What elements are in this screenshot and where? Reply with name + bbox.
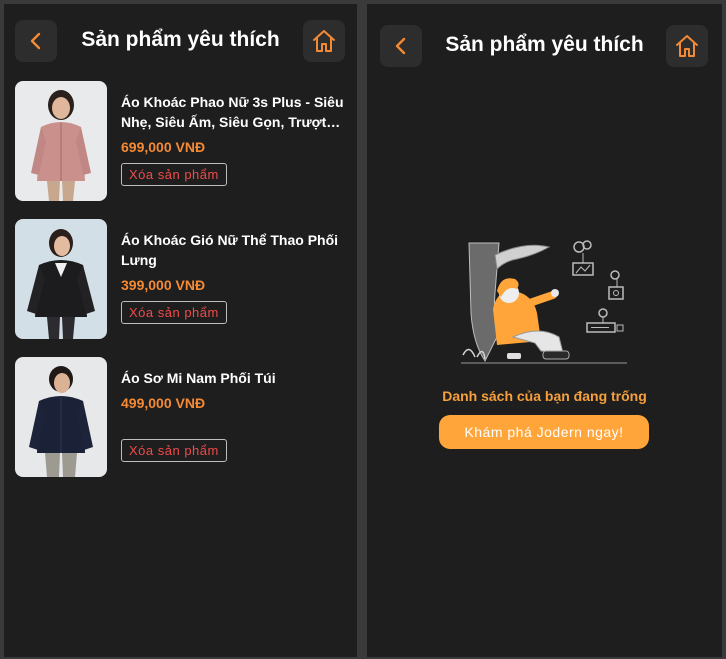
- product-item[interactable]: Áo Khoác Gió Nữ Thể Thao Phối Lưng 399,0…: [15, 219, 349, 339]
- product-image[interactable]: [15, 81, 107, 201]
- product-price: 499,000 VNĐ: [121, 395, 206, 411]
- home-button[interactable]: [666, 25, 708, 67]
- product-image[interactable]: [15, 357, 107, 477]
- product-item[interactable]: Áo Sơ Mi Nam Phối Túi 499,000 VNĐ Xóa sả…: [15, 357, 349, 477]
- product-name[interactable]: Áo Sơ Mi Nam Phối Túi: [121, 368, 349, 388]
- product-image[interactable]: [15, 219, 107, 339]
- product-price: 699,000 VNĐ: [121, 139, 206, 155]
- remove-product-button[interactable]: Xóa sản phẩm: [121, 163, 227, 186]
- empty-state-illustration: [461, 240, 627, 364]
- product-name[interactable]: Áo Khoác Phao Nữ 3s Plus - Siêu Nhẹ, Siê…: [121, 92, 349, 132]
- empty-state-message: Danh sách của bạn đang trống: [442, 388, 647, 404]
- home-icon: [676, 35, 698, 57]
- product-item[interactable]: Áo Khoác Phao Nữ 3s Plus - Siêu Nhẹ, Siê…: [15, 81, 349, 201]
- product-price: 399,000 VNĐ: [121, 277, 206, 293]
- wishlist-screen-with-items: Sản phẩm yêu thích Áo Khoác Phao Nữ 3s P…: [4, 4, 357, 657]
- remove-product-button[interactable]: Xóa sản phẩm: [121, 439, 227, 462]
- product-name[interactable]: Áo Khoác Gió Nữ Thể Thao Phối Lưng: [121, 230, 349, 270]
- wishlist-screen-empty: Sản phẩm yêu thích Danh sách của bạn đan…: [367, 4, 722, 657]
- home-button[interactable]: [303, 20, 345, 62]
- home-icon: [313, 30, 335, 52]
- header: Sản phẩm yêu thích: [367, 25, 722, 69]
- header: Sản phẩm yêu thích: [4, 20, 357, 64]
- explore-button[interactable]: Khám phá Jodern ngay!: [439, 415, 649, 449]
- remove-product-button[interactable]: Xóa sản phẩm: [121, 301, 227, 324]
